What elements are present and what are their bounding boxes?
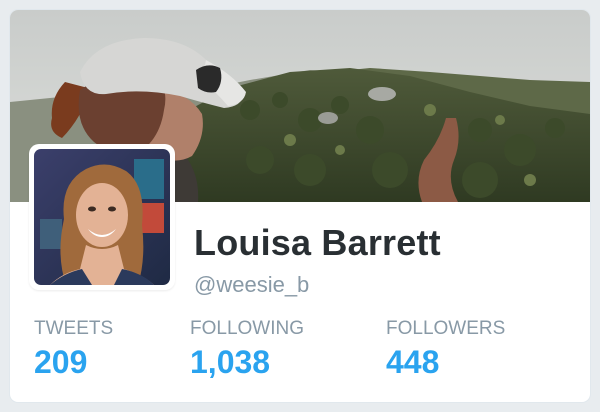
stat-following-value: 1,038 bbox=[190, 344, 271, 380]
stat-tweets-label: TWEETS bbox=[34, 318, 114, 339]
stat-tweets[interactable]: TWEETS 209 bbox=[34, 318, 113, 382]
profile-card: Louisa Barrett @weesie_b TWEETS 209 FOLL… bbox=[10, 10, 590, 402]
profile-handle[interactable]: @weesie_b bbox=[194, 272, 309, 298]
stat-followers-value: 448 bbox=[386, 344, 440, 380]
avatar-photo bbox=[34, 149, 170, 285]
stat-followers[interactable]: FOLLOWERS 448 bbox=[386, 318, 505, 382]
avatar[interactable] bbox=[29, 144, 175, 290]
profile-name[interactable]: Louisa Barrett bbox=[194, 222, 441, 264]
stat-followers-label: FOLLOWERS bbox=[386, 318, 506, 339]
stat-following[interactable]: FOLLOWING 1,038 bbox=[190, 318, 304, 382]
stat-following-label: FOLLOWING bbox=[190, 318, 305, 339]
stat-tweets-value: 209 bbox=[34, 344, 88, 380]
